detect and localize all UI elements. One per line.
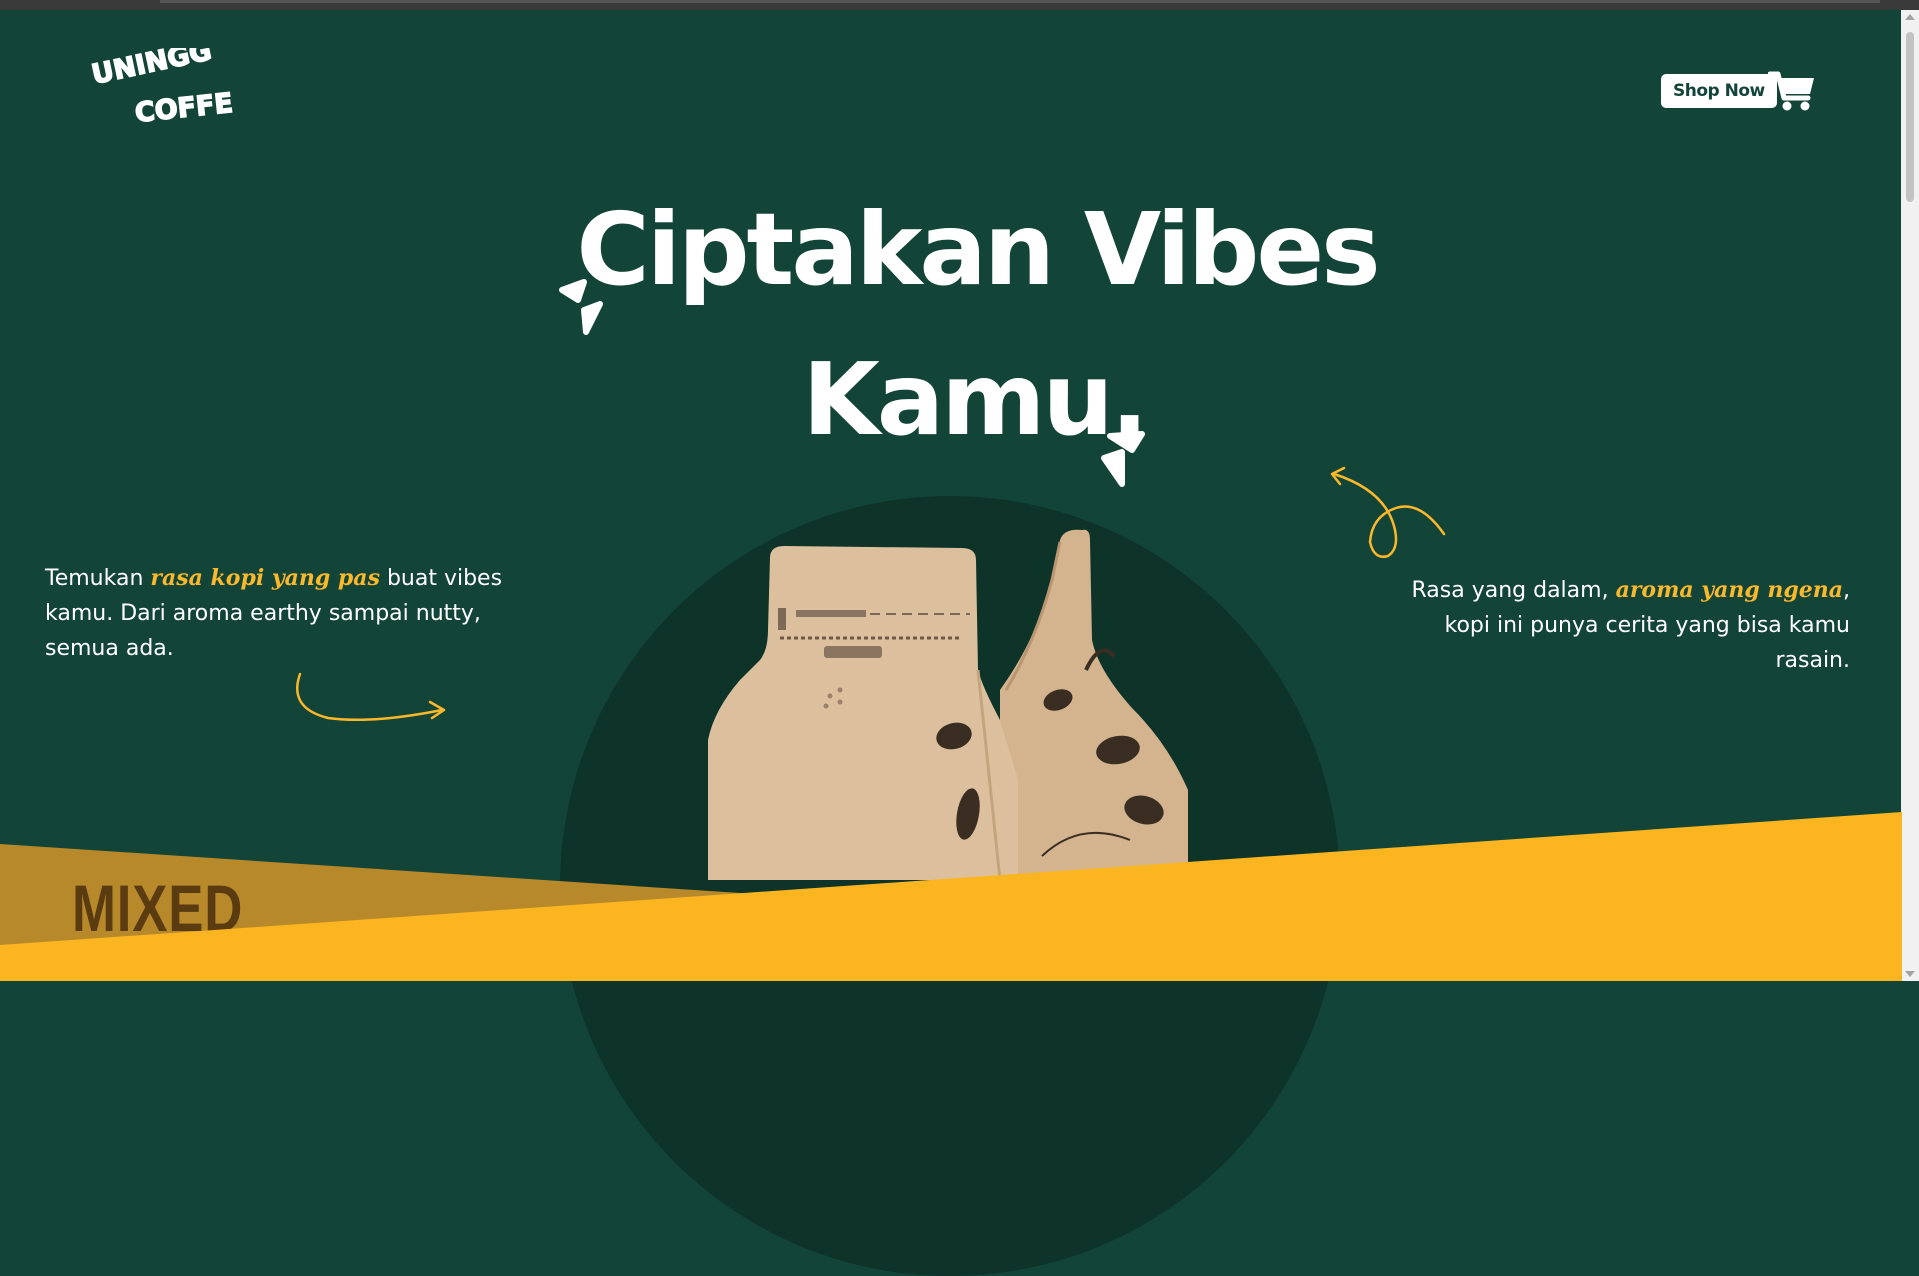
hero-title-line1: Ciptakan Vibes bbox=[0, 190, 1902, 310]
hero-title-line2: Kamu. bbox=[0, 340, 1902, 460]
left-description-pre: Temukan bbox=[45, 566, 150, 591]
coffee-bag-product-image bbox=[700, 520, 1200, 880]
shop-now-button[interactable]: Shop Now bbox=[1661, 74, 1777, 108]
brand-logo[interactable]: UNINGG COFFE bbox=[88, 48, 248, 132]
page-scrollbar[interactable] bbox=[1901, 10, 1919, 981]
scroll-up-icon[interactable] bbox=[1905, 14, 1915, 20]
logo-line2: COFFE bbox=[133, 88, 234, 129]
left-description: Temukan rasa kopi yang pas buat vibes ka… bbox=[45, 561, 515, 666]
cart-icon[interactable] bbox=[1768, 68, 1816, 112]
curly-arrow-icon bbox=[1324, 462, 1448, 562]
marquee-word: ARABICA bbox=[1777, 700, 1919, 834]
sparkle-icon bbox=[1096, 428, 1148, 492]
curly-arrow-icon bbox=[292, 670, 452, 728]
right-description-highlight: aroma yang ngena bbox=[1616, 577, 1843, 603]
logo-line1: UNINGG bbox=[89, 48, 214, 91]
right-description-pre: Rasa yang dalam, bbox=[1411, 578, 1615, 603]
sparkle-icon bbox=[556, 276, 608, 340]
right-description: Rasa yang dalam, aroma yang ngena, kopi … bbox=[1380, 573, 1850, 678]
browser-top-bar bbox=[0, 0, 1919, 10]
coffee-bean-icon bbox=[1712, 769, 1714, 801]
coffee-bean-icon bbox=[1368, 793, 1370, 825]
left-description-highlight: rasa kopi yang pas bbox=[150, 565, 380, 591]
scroll-down-icon[interactable] bbox=[1905, 971, 1915, 977]
marquee-word: MIXED bbox=[1417, 733, 1665, 860]
scrollbar-thumb[interactable] bbox=[1906, 32, 1914, 202]
